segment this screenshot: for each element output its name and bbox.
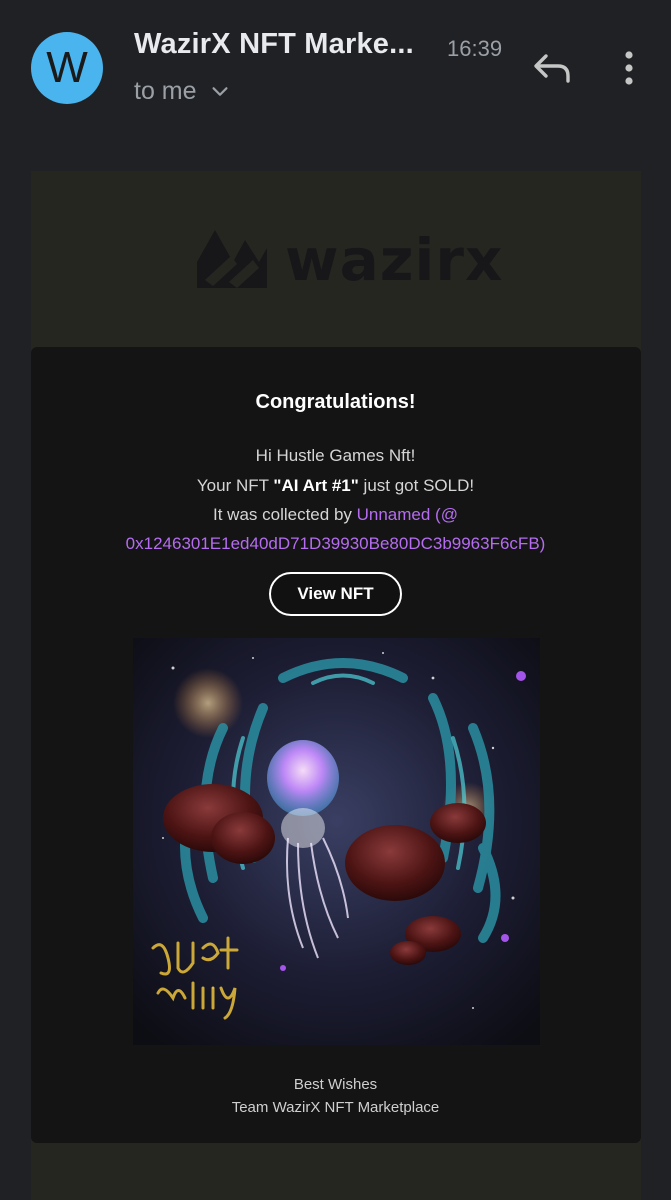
reply-icon[interactable] bbox=[530, 50, 574, 86]
recipient-toggle[interactable]: to me bbox=[134, 77, 231, 106]
more-vert-icon[interactable] bbox=[614, 48, 644, 88]
recipient-label: to me bbox=[134, 77, 197, 105]
signoff-wishes: Best Wishes bbox=[293, 1076, 378, 1093]
collector-line-prefix: It was collected by bbox=[213, 505, 357, 524]
sender-name[interactable]: WazirX NFT Marke... bbox=[134, 28, 434, 61]
view-nft-button[interactable]: View NFT bbox=[269, 572, 402, 616]
collector-line: It was collected by Unnamed (@ bbox=[0, 505, 671, 525]
nft-name: "AI Art #1" bbox=[273, 476, 359, 495]
greeting-line: Hi Hustle Games Nft! bbox=[255, 446, 416, 465]
email-title: Congratulations! bbox=[255, 391, 416, 413]
email-view-screen: W WazirX NFT Marke... 16:39 to me wazirx… bbox=[0, 0, 671, 1200]
nft-artwork-image[interactable] bbox=[133, 638, 540, 1045]
message-time: 16:39 bbox=[447, 36, 503, 61]
email-footer-strip bbox=[31, 1150, 641, 1200]
email-header: W WazirX NFT Marke... 16:39 to me bbox=[0, 0, 671, 150]
sender-avatar[interactable]: W bbox=[31, 32, 103, 104]
collector-link[interactable]: Unnamed (@ bbox=[357, 505, 458, 524]
sold-line: Your NFT "AI Art #1" just got SOLD! bbox=[0, 476, 671, 496]
chevron-down-icon bbox=[212, 86, 228, 96]
wazirx-logo-text: wazirx bbox=[285, 226, 504, 294]
sold-line-suffix: just got SOLD! bbox=[358, 476, 475, 495]
sold-line-prefix: Your NFT bbox=[196, 476, 274, 495]
signoff-team: Team WazirX NFT Marketplace bbox=[231, 1099, 440, 1116]
collector-address-link[interactable]: 0x1246301E1ed40dD71D39930Be80DC3b9963F6c… bbox=[0, 534, 671, 554]
